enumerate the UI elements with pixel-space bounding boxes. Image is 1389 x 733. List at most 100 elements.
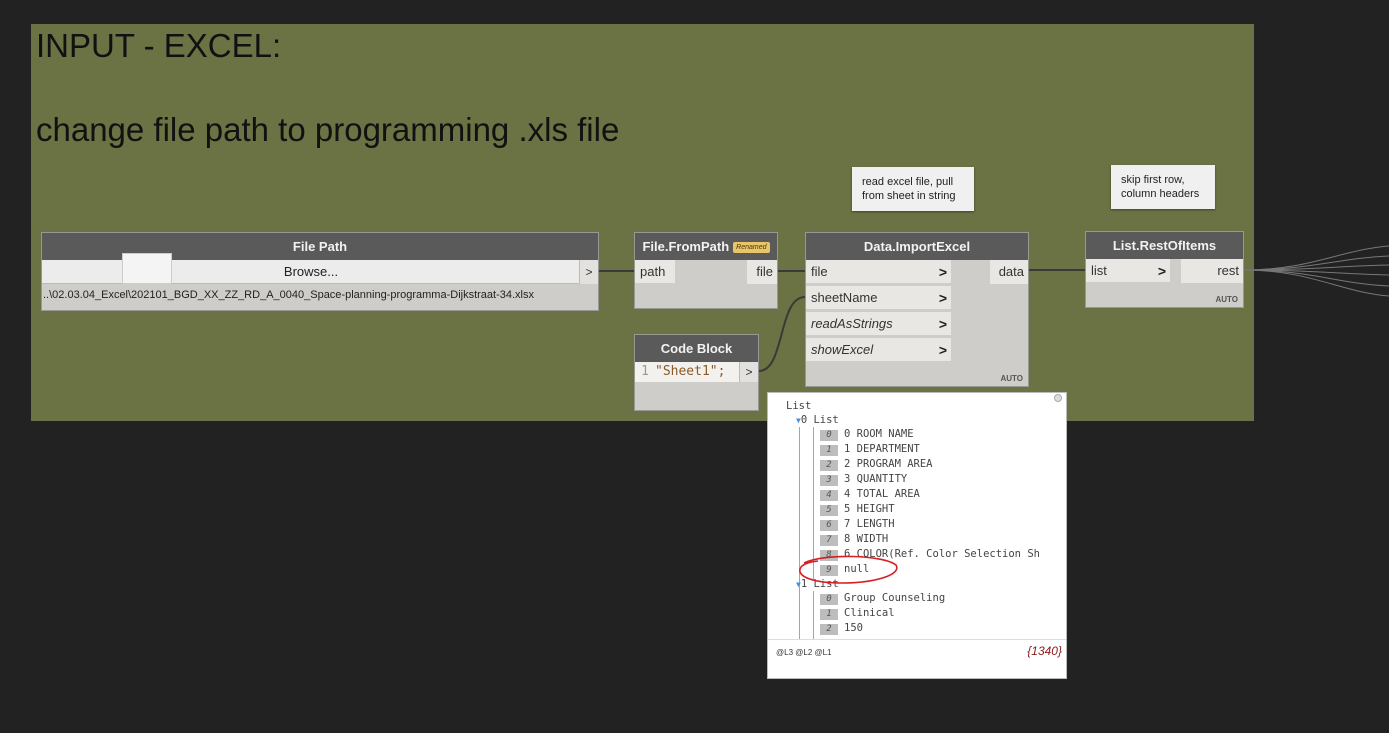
note-skip-row[interactable]: skip first row, column headers bbox=[1111, 165, 1215, 209]
output-port-file-label: file bbox=[756, 264, 773, 279]
output-port-data-label: data bbox=[998, 264, 1024, 279]
code-editor[interactable]: 1 "Sheet1"; bbox=[635, 362, 739, 382]
list-index: 5 bbox=[820, 505, 838, 516]
chevron-right-icon: > bbox=[938, 290, 947, 306]
wire-rest-out bbox=[1243, 269, 1389, 297]
data-importexcel-node-title: Data.ImportExcel bbox=[806, 233, 1028, 260]
annotation-circle bbox=[799, 555, 898, 584]
data-preview-bubble[interactable]: List ▼0 List 00 ROOM NAME 11 DEPARTMENT … bbox=[767, 392, 1067, 679]
list-index: 7 bbox=[820, 535, 838, 546]
lacing-indicator[interactable]: AUTO bbox=[1215, 295, 1238, 304]
chevron-right-icon: > bbox=[938, 342, 947, 358]
wire-rest-out bbox=[1243, 269, 1389, 276]
list-item: 7 8 WIDTH bbox=[820, 532, 888, 547]
list-item: 2 150 bbox=[820, 621, 863, 636]
input-port-showexcel-label: showExcel bbox=[811, 342, 874, 357]
list-item: 5 5 HEIGHT bbox=[820, 502, 895, 517]
output-port-rest[interactable]: rest bbox=[1181, 259, 1243, 283]
input-port-list[interactable]: list > bbox=[1086, 259, 1170, 283]
code-block-node[interactable]: Code Block 1 "Sheet1"; > bbox=[634, 334, 759, 411]
browse-label: Browse... bbox=[283, 264, 339, 279]
list-item: 1 Clinical bbox=[820, 606, 895, 621]
output-port-file[interactable]: file bbox=[747, 260, 777, 284]
note-skip-row-text: skip first row, column headers bbox=[1121, 174, 1200, 200]
wire-rest-out bbox=[1243, 269, 1389, 287]
output-port-data[interactable]: data bbox=[990, 260, 1028, 284]
list-value: Group Counseling bbox=[844, 592, 946, 604]
list-item: 0 Group Counseling bbox=[820, 591, 945, 606]
code-block-node-title: Code Block bbox=[635, 335, 758, 362]
list-index: 0 bbox=[820, 594, 838, 605]
input-port-list-label: list bbox=[1091, 263, 1107, 278]
list-0-header-text: 0 List bbox=[800, 414, 839, 426]
list-index: 3 bbox=[820, 475, 838, 486]
input-port-file-label: file bbox=[811, 264, 828, 279]
lacing-indicator[interactable]: AUTO bbox=[1000, 374, 1023, 383]
list-value: 5 HEIGHT bbox=[844, 503, 895, 515]
list-item: 1 1 DEPARTMENT bbox=[820, 442, 920, 457]
input-port-path-label: path bbox=[640, 264, 666, 279]
list-value: 3 QUANTITY bbox=[844, 473, 908, 485]
group-title: INPUT - EXCEL: bbox=[36, 27, 282, 64]
list-item: 2 2 PROGRAM AREA bbox=[820, 457, 933, 472]
code-block-output-arrow: > bbox=[745, 365, 753, 379]
list-value: 1 DEPARTMENT bbox=[844, 443, 920, 455]
file-path-output-port[interactable]: > bbox=[579, 260, 598, 284]
list-restofitems-node-title: List.RestOfItems bbox=[1086, 232, 1243, 259]
input-port-showexcel[interactable]: showExcel > bbox=[806, 338, 951, 362]
list-value: 4 TOTAL AREA bbox=[844, 488, 920, 500]
list-value: 0 ROOM NAME bbox=[844, 428, 914, 440]
wire-rest-out bbox=[1243, 264, 1389, 271]
item-count: {1340} bbox=[1027, 644, 1062, 658]
input-port-readasstrings-label: readAsStrings bbox=[811, 316, 893, 331]
input-port-sheetname-label: sheetName bbox=[811, 290, 878, 305]
tree-guide-line bbox=[813, 591, 814, 639]
file-frompath-title-text: File.FromPath bbox=[642, 239, 730, 254]
tree-guide-line bbox=[799, 427, 800, 639]
code-line-number: 1 bbox=[641, 364, 649, 379]
input-port-sheetname[interactable]: sheetName > bbox=[806, 286, 951, 310]
input-port-file[interactable]: file > bbox=[806, 260, 951, 284]
preview-root-label: List bbox=[786, 400, 812, 412]
input-port-path[interactable]: path bbox=[635, 260, 675, 284]
list-value: 2 PROGRAM AREA bbox=[844, 458, 933, 470]
list-index: 0 bbox=[820, 430, 838, 441]
list-item: 3 3 QUANTITY bbox=[820, 472, 907, 487]
chevron-right-icon: > bbox=[938, 264, 947, 280]
note-read-excel[interactable]: read excel file, pull from sheet in stri… bbox=[852, 167, 974, 211]
preview-list-0-header[interactable]: ▼0 List bbox=[796, 413, 839, 428]
wire-rest-out bbox=[1243, 245, 1389, 271]
list-item: 4 4 TOTAL AREA bbox=[820, 487, 920, 502]
file-path-node[interactable]: File Path Browse... > ..\02.03.04_Excel\… bbox=[41, 232, 599, 311]
preview-pin-icon[interactable] bbox=[1054, 394, 1062, 402]
list-item: 0 0 ROOM NAME bbox=[820, 427, 914, 442]
list-levels[interactable]: @L3 @L2 @L1 bbox=[776, 648, 832, 657]
list-index: 6 bbox=[820, 520, 838, 531]
list-restofitems-node[interactable]: List.RestOfItems list > rest AUTO bbox=[1085, 231, 1244, 308]
list-value: 8 WIDTH bbox=[844, 533, 889, 545]
file-path-value: ..\02.03.04_Excel\202101_BGD_XX_ZZ_RD_A_… bbox=[43, 289, 534, 301]
preview-footer: @L3 @L2 @L1 {1340} bbox=[768, 639, 1066, 680]
file-path-output-arrow: > bbox=[585, 265, 593, 279]
output-port-rest-label: rest bbox=[1217, 263, 1239, 278]
list-value: 150 bbox=[844, 622, 863, 634]
file-frompath-node[interactable]: File.FromPath Renamed path file bbox=[634, 232, 778, 309]
file-frompath-node-title: File.FromPath Renamed bbox=[635, 233, 777, 260]
list-index: 2 bbox=[820, 624, 838, 635]
list-index: 2 bbox=[820, 460, 838, 471]
list-index: 4 bbox=[820, 490, 838, 501]
chevron-right-icon: > bbox=[938, 316, 947, 332]
input-port-readasstrings[interactable]: readAsStrings > bbox=[806, 312, 951, 336]
browse-thumb bbox=[122, 253, 172, 284]
note-read-excel-text: read excel file, pull from sheet in stri… bbox=[862, 176, 956, 202]
group-subtitle: change file path to programming .xls fil… bbox=[36, 111, 620, 148]
wire-rest-out bbox=[1243, 255, 1389, 271]
renamed-badge: Renamed bbox=[733, 242, 770, 254]
code-block-output-port[interactable]: > bbox=[739, 362, 758, 382]
list-item: 6 7 LENGTH bbox=[820, 517, 895, 532]
list-value: 7 LENGTH bbox=[844, 518, 895, 530]
chevron-right-icon: > bbox=[1157, 263, 1166, 279]
code-text: "Sheet1"; bbox=[655, 364, 726, 379]
data-importexcel-node[interactable]: Data.ImportExcel file > sheetName > read… bbox=[805, 232, 1029, 387]
list-index: 1 bbox=[820, 609, 838, 620]
